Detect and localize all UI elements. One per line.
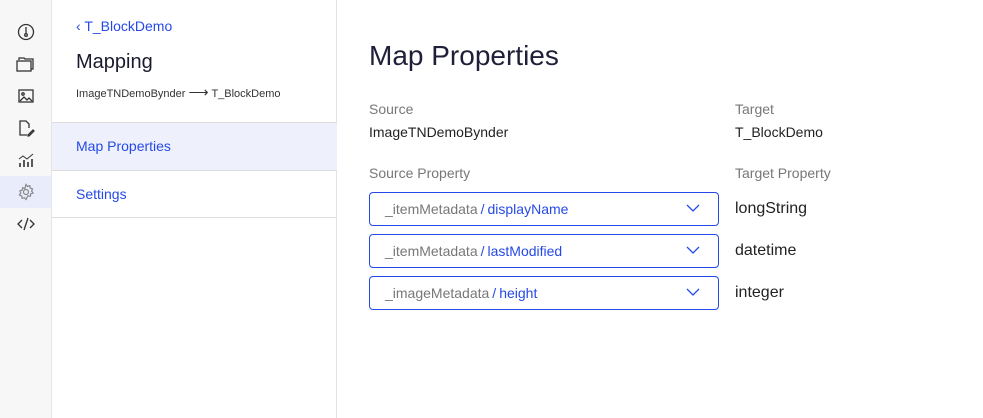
arrow-right-icon: ⟶: [188, 84, 209, 100]
settings-icon[interactable]: [0, 176, 51, 208]
section-title: Map Properties: [369, 40, 559, 71]
document-edit-icon[interactable]: [0, 112, 51, 144]
source-property-select[interactable]: _itemMetadata / lastModified: [369, 234, 719, 268]
code-icon[interactable]: [0, 208, 51, 240]
chevron-down-icon: [686, 204, 700, 212]
nav-map-properties[interactable]: Map Properties: [52, 122, 337, 170]
target-property-label: Target Property: [735, 165, 831, 181]
chevron-left-icon: ‹: [76, 18, 81, 34]
source-value: ImageTNDemoBynder: [369, 124, 509, 140]
source-property-label: Source Property: [369, 165, 471, 181]
target-value: T_BlockDemo: [735, 124, 823, 140]
chevron-down-icon: [686, 288, 700, 296]
target-property: datetime: [735, 242, 797, 259]
folder-icon[interactable]: [0, 48, 51, 80]
icon-rail: [0, 0, 52, 418]
source-property-select[interactable]: _itemMetadata / displayName: [369, 192, 719, 226]
sidebar: ‹ T_BlockDemo Mapping ImageTNDemoBynder …: [52, 0, 337, 418]
page-title: Mapping: [76, 51, 153, 73]
analytics-icon[interactable]: [0, 144, 51, 176]
mapping-target: T_BlockDemo: [211, 88, 281, 100]
source-label: Source: [369, 101, 414, 117]
back-link[interactable]: ‹ T_BlockDemo: [76, 18, 172, 34]
property-prefix: _itemMetadata: [385, 243, 478, 259]
source-property-select[interactable]: _imageMetadata / height: [369, 276, 719, 310]
target-property: integer: [735, 284, 784, 301]
image-icon[interactable]: [0, 80, 51, 112]
mapping-path: ImageTNDemoBynder ⟶ T_BlockDemo: [76, 84, 281, 101]
target-property: longString: [735, 200, 808, 217]
mapping-source: ImageTNDemoBynder: [76, 88, 186, 100]
back-label: T_BlockDemo: [84, 18, 173, 34]
chevron-down-icon: [686, 246, 700, 254]
target-label: Target: [735, 101, 774, 117]
property-prefix: _imageMetadata: [385, 285, 490, 301]
nav-settings[interactable]: Settings: [52, 170, 337, 218]
dashboard-icon[interactable]: [0, 16, 51, 48]
separator: /: [480, 201, 485, 217]
property-prefix: _itemMetadata: [385, 201, 478, 217]
separator: /: [480, 243, 485, 259]
separator: /: [492, 285, 497, 301]
property-field: lastModified: [487, 243, 563, 259]
property-field: height: [499, 285, 538, 301]
property-field: displayName: [487, 201, 569, 217]
